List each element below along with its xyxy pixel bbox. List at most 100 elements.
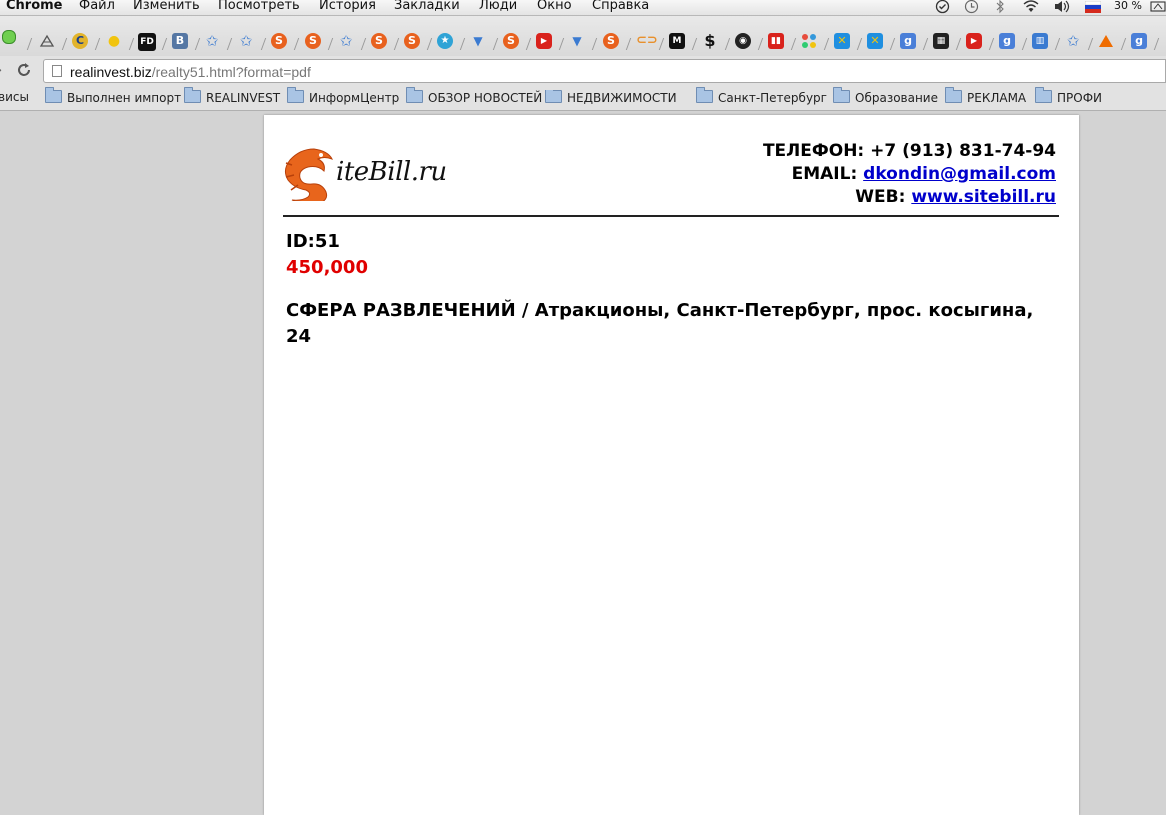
folder-icon — [287, 87, 304, 103]
window-zoom-button[interactable] — [2, 30, 16, 44]
bookmark-folder-ads[interactable]: РЕКЛАМА — [945, 87, 1026, 105]
menu-edit[interactable]: Изменить — [133, 0, 200, 13]
s-icon[interactable]: S — [404, 33, 420, 49]
folder-icon — [833, 87, 850, 103]
web-line: WEB: www.sitebill.ru — [763, 186, 1056, 209]
bookmark-cut-item[interactable]: висы — [0, 90, 29, 104]
page-icon — [52, 65, 62, 77]
bookmark-folder-realinvest[interactable]: REALINVEST — [184, 87, 281, 105]
folder-icon — [545, 90, 562, 103]
menu-history[interactable]: История — [319, 0, 376, 13]
bookmark-folder-spb[interactable]: Санкт-Петербург — [696, 87, 827, 105]
dollar-icon[interactable]: $ — [702, 33, 718, 49]
folder-icon — [945, 87, 962, 103]
bookmarks-bar: висы Выполнен импорт REALINVEST ИнформЦе… — [0, 86, 1166, 111]
x-icon[interactable]: ✕ — [834, 33, 850, 49]
building-icon[interactable]: ▥ — [1032, 33, 1048, 49]
app-menu-chrome[interactable]: Chrome — [6, 0, 63, 13]
star-icon[interactable]: ✩ — [338, 33, 354, 49]
folder-icon — [1035, 87, 1052, 103]
g-icon[interactable]: g — [999, 33, 1015, 49]
s-icon[interactable]: S — [271, 33, 287, 49]
menu-bookmarks[interactable]: Закладки — [394, 0, 460, 13]
menu-view[interactable]: Посмотреть — [218, 0, 300, 13]
vk-icon[interactable]: B — [172, 33, 188, 49]
reload-icon[interactable] — [15, 61, 33, 83]
bookmark-folder-import[interactable]: Выполнен импорт — [45, 87, 182, 105]
bookmark-label: ПРОФИ — [1057, 91, 1103, 105]
menu-help[interactable]: Справка — [592, 0, 649, 13]
star-icon[interactable]: ✩ — [204, 33, 220, 49]
logo-text: iteBill.ru — [336, 157, 447, 187]
language-flag-icon[interactable] — [1084, 0, 1102, 15]
email-link[interactable]: dkondin@gmail.com — [863, 164, 1056, 184]
s-icon[interactable]: S — [371, 33, 387, 49]
ruler-icon[interactable] — [39, 33, 55, 49]
youtube-icon[interactable]: ▶ — [536, 33, 552, 49]
star-icon[interactable]: ✩ — [1065, 33, 1081, 49]
web-link[interactable]: www.sitebill.ru — [911, 187, 1056, 207]
wifi-icon[interactable] — [1022, 0, 1040, 15]
star-icon[interactable]: ✩ — [238, 33, 254, 49]
s-icon[interactable]: S — [305, 33, 321, 49]
fd-icon[interactable]: FD — [138, 33, 156, 51]
m-icon[interactable]: ▼ — [470, 33, 486, 49]
folder-icon — [184, 87, 201, 103]
bluetooth-icon[interactable] — [995, 0, 1005, 15]
folder-icon — [45, 87, 62, 103]
listing-price: 450,000 — [286, 257, 368, 278]
address-row: › realinvest.biz/realty51.html?format=pd… — [0, 56, 1166, 86]
x-icon[interactable]: ✕ — [867, 33, 883, 49]
g-icon[interactable]: g — [1131, 33, 1147, 49]
listing-id: ID:51 — [286, 231, 340, 252]
triangle-icon[interactable] — [1098, 33, 1114, 49]
bookmark-folder-profi[interactable]: ПРОФИ — [1035, 87, 1103, 105]
bookmark-label: НЕДВИЖИМОСТИ К — [567, 91, 680, 105]
menu-file[interactable]: Файл — [79, 0, 115, 13]
email-label: EMAIL: — [791, 164, 864, 184]
web-label: WEB: — [855, 187, 912, 207]
bookmark-icon-toolbar: C ● FD B ✩ ✩ S S ✩ S S ★ ▼ S ▶ ▼ S ⊂⊃ M … — [0, 16, 1166, 56]
bookmark-folder-education[interactable]: Образование — [833, 87, 938, 105]
bookmark-label: Санкт-Петербург — [718, 91, 827, 105]
menu-window[interactable]: Окно — [537, 0, 572, 13]
g-icon[interactable]: g — [900, 33, 916, 49]
clapper-icon[interactable]: ▦ — [933, 33, 949, 49]
chart-icon[interactable]: ▮▮ — [768, 33, 784, 49]
listing-description: СФЕРА РАЗВЛЕЧЕНИЙ / Атракционы, Санкт-Пе… — [286, 300, 1034, 347]
bookmark-label: ОБЗОР НОВОСТЕЙ — [428, 91, 543, 105]
bookmark-label: REALINVEST — [206, 91, 281, 105]
link-icon[interactable]: ⊂⊃ — [636, 33, 658, 49]
url-text[interactable]: realinvest.biz/realty51.html?format=pdf — [70, 64, 311, 80]
dots-icon[interactable] — [801, 33, 817, 49]
duck-icon[interactable]: ● — [106, 33, 122, 49]
s-icon[interactable]: S — [503, 33, 519, 49]
youtube-icon[interactable]: ▶ — [966, 33, 982, 49]
forward-arrow-icon[interactable]: › — [0, 60, 2, 79]
folder-icon — [406, 87, 423, 103]
m-black-icon[interactable]: M — [669, 33, 685, 49]
c-icon[interactable]: C — [72, 33, 88, 49]
s-icon[interactable]: S — [603, 33, 619, 49]
phone-line: ТЕЛЕФОН: +7 (913) 831-74-94 — [762, 141, 1056, 161]
menu-people[interactable]: Люди — [479, 0, 517, 13]
time-machine-icon[interactable] — [964, 0, 979, 15]
contact-block: ТЕЛЕФОН: +7 (913) 831-74-94 EMAIL: dkond… — [763, 140, 1056, 209]
url-path: /realty51.html?format=pdf — [151, 64, 311, 80]
header-divider — [283, 215, 1059, 217]
url-domain: realinvest.biz — [70, 64, 152, 80]
dragon-logo-icon — [284, 148, 334, 201]
star-icon[interactable]: ★ — [437, 33, 453, 49]
bookmark-label: Выполнен импорт — [67, 91, 182, 105]
m-icon[interactable]: ▼ — [569, 33, 585, 49]
bookmark-folder-realty[interactable]: НЕДВИЖИМОСТИ К — [545, 90, 680, 105]
address-bar[interactable]: realinvest.biz/realty51.html?format=pdf — [43, 59, 1166, 83]
battery-icon[interactable] — [1150, 0, 1166, 15]
bookmark-folder-infocenter[interactable]: ИнформЦентр — [287, 87, 399, 105]
eye-icon[interactable]: ◉ — [735, 33, 751, 49]
bookmark-label: Образование — [855, 91, 938, 105]
volume-icon[interactable] — [1053, 0, 1071, 15]
battery-percentage: 30 % — [1114, 0, 1142, 12]
bookmark-folder-news[interactable]: ОБЗОР НОВОСТЕЙ — [406, 87, 543, 105]
checkmark-status-icon[interactable] — [935, 0, 950, 15]
